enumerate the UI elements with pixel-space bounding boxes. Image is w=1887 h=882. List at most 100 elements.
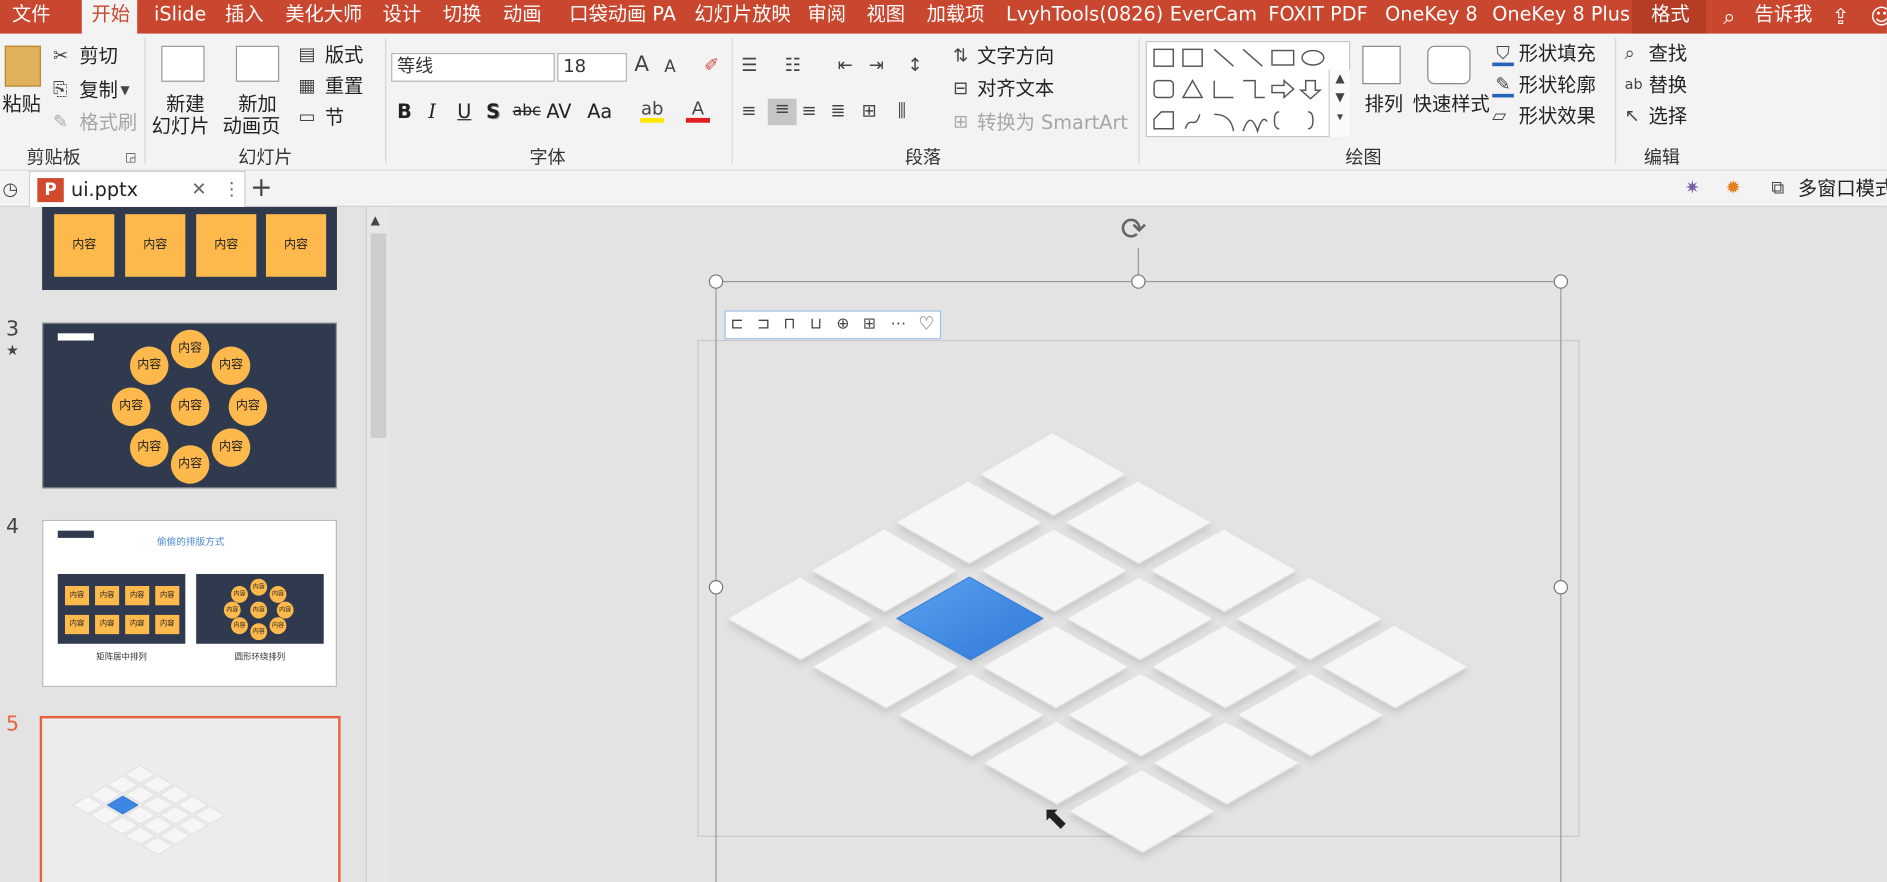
tab-format[interactable]: 格式 (1631, 0, 1707, 34)
isometric-tile-grid[interactable] (726, 432, 1469, 854)
italic-button[interactable]: I (428, 100, 436, 123)
char-spacing-button[interactable]: AV (546, 100, 571, 123)
bold-button[interactable]: B (397, 100, 412, 123)
slide-thumbnail-2[interactable]: 内容 内容 内容 内容 (42, 206, 337, 290)
shapes-gallery[interactable] (1145, 40, 1351, 138)
distribute-icon[interactable]: ⊞ (863, 315, 876, 334)
plugin-icon[interactable]: ✷ (1685, 178, 1700, 197)
tab-beautify[interactable]: 美化大师 (285, 0, 362, 34)
layout-button[interactable]: 版式 (325, 44, 364, 67)
tab-evercam[interactable]: EverCam (1170, 0, 1257, 34)
strikethrough-button[interactable]: abc (513, 101, 541, 123)
resize-handle-left[interactable] (708, 579, 724, 595)
grow-font-icon[interactable]: A (634, 54, 649, 76)
numbering-icon[interactable]: ☷ (785, 55, 801, 74)
slide-thumbnail-3[interactable]: 内容 内容 内容 内容 内容 内容 内容 内容 内容 (42, 322, 337, 489)
new-anim-label-1[interactable]: 新加 (238, 93, 277, 116)
reset-button[interactable]: 重置 (325, 75, 364, 98)
shrink-font-icon[interactable]: A (664, 58, 676, 77)
tab-view[interactable]: 视图 (866, 0, 905, 34)
bullets-icon[interactable]: ☰ (741, 55, 757, 74)
font-color-icon[interactable]: A (685, 99, 711, 123)
tab-lvyhtools[interactable]: LvyhTools(0826) (1006, 0, 1163, 34)
multiwindow-mode-button[interactable]: 多窗口模式 (1798, 177, 1887, 200)
quick-styles-button[interactable]: 快速样式 (1413, 93, 1490, 116)
select-button[interactable]: 选择 (1649, 105, 1688, 128)
line-spacing-icon[interactable]: ↕ (907, 55, 922, 74)
resize-handle-top-left[interactable] (708, 274, 724, 289)
dialog-launcher-icon[interactable]: ◲ (125, 149, 136, 168)
align-right-icon[interactable]: ≡ (801, 101, 816, 120)
rotate-handle-icon[interactable]: ⟳ (1120, 214, 1146, 245)
slide-thumbnail-5-selected[interactable] (39, 715, 341, 882)
new-slide-button[interactable]: 幻灯片 (152, 115, 210, 138)
slide-canvas[interactable] (395, 207, 1887, 882)
shadow-button[interactable]: S (486, 100, 500, 123)
format-painter-button[interactable]: 格式刷 (79, 111, 137, 134)
close-icon[interactable]: ✕ (191, 179, 206, 198)
font-size-box[interactable]: 18 (557, 52, 627, 82)
align-center-icon[interactable]: ≡ (767, 99, 797, 126)
arrange-button[interactable]: 排列 (1365, 93, 1404, 116)
section-button[interactable]: 节 (325, 106, 344, 129)
cut-button[interactable]: 剪切 (79, 45, 118, 68)
align-left-icon[interactable]: ≡ (741, 101, 756, 120)
scroll-up-icon[interactable]: ▲ (371, 212, 380, 231)
more-icon[interactable]: ⋯ (891, 315, 907, 334)
tab-onekey8[interactable]: OneKey 8 (1385, 0, 1477, 34)
decrease-indent-icon[interactable]: ⇤ (838, 55, 853, 74)
clear-format-icon[interactable]: ✐ (704, 55, 719, 74)
tab-transitions[interactable]: 切换 (443, 0, 482, 34)
tab-review[interactable]: 审阅 (807, 0, 846, 34)
settings-gear-icon[interactable]: ✹ (1726, 178, 1741, 197)
search-icon[interactable]: ⌕ (1723, 5, 1735, 30)
align-top-icon[interactable]: ⊓ (783, 315, 795, 334)
tab-slideshow[interactable]: 幻灯片放映 (694, 0, 790, 34)
replace-button[interactable]: 替换 (1649, 74, 1688, 97)
tab-file[interactable]: 文件 (12, 0, 51, 34)
tab-pocket-animation[interactable]: 口袋动画 PA (569, 0, 676, 34)
tab-home[interactable]: 开始 (81, 0, 138, 37)
font-name-box[interactable]: 等线 (391, 52, 555, 82)
heart-icon[interactable]: ♡ (918, 314, 934, 333)
shape-fill-button[interactable]: 形状填充 (1519, 43, 1596, 65)
justify-icon[interactable]: ≣ (830, 101, 845, 120)
share-icon[interactable]: ⇪ (1832, 5, 1850, 30)
tab-onekey8-plus[interactable]: OneKey 8 Plus (1492, 0, 1630, 34)
slide-thumbnail-4[interactable]: 偷偷的排版方式 内容 内容 内容 内容 内容 内容 内容 内容 内容 内容 内容… (42, 519, 337, 688)
more-options-icon[interactable]: ⋮ (223, 179, 241, 198)
distributed-icon[interactable]: ⊞ (862, 101, 877, 120)
dropdown-arrow-icon[interactable]: ▼ (120, 82, 129, 101)
scroll-thumb[interactable] (370, 233, 387, 439)
align-bottom-icon[interactable]: ⊔ (810, 315, 822, 334)
paste-icon[interactable] (4, 45, 41, 87)
convert-smartart-button[interactable]: 转换为 SmartArt (977, 111, 1128, 134)
gallery-more-icon[interactable]: ▲ ▼ ▾ (1328, 69, 1351, 138)
align-text-button[interactable]: 对齐文本 (977, 78, 1054, 100)
history-icon[interactable]: ◷ (2, 179, 18, 198)
align-right-icon[interactable]: ⊐ (757, 315, 770, 334)
underline-button[interactable]: U (457, 100, 471, 123)
tell-me-box[interactable]: 告诉我 (1755, 0, 1813, 34)
tab-design[interactable]: 设计 (383, 0, 422, 34)
tab-insert[interactable]: 插入 (225, 0, 264, 34)
copy-button[interactable]: 复制 (79, 79, 118, 101)
new-tab-plus-icon[interactable]: + (250, 175, 272, 202)
resize-handle-top-right[interactable] (1553, 274, 1569, 289)
resize-handle-right[interactable] (1553, 579, 1569, 595)
shape-effects-button[interactable]: 形状效果 (1519, 105, 1596, 128)
thumbnail-scrollbar[interactable]: ▲ (365, 206, 390, 882)
increase-indent-icon[interactable]: ⇥ (869, 55, 884, 74)
document-tab[interactable]: P ui.pptx ✕ ⋮ (28, 170, 246, 207)
new-slide-label-1[interactable]: 新建 (166, 93, 205, 116)
tab-animations[interactable]: 动画 (503, 0, 542, 34)
change-case-button[interactable]: Aa (587, 100, 612, 123)
comment-icon[interactable]: ☺ (1870, 5, 1887, 30)
shape-outline-button[interactable]: 形状轮廓 (1519, 74, 1596, 97)
align-left-icon[interactable]: ⊏ (730, 315, 743, 334)
new-animation-page-button[interactable]: 动画页 (223, 115, 281, 138)
tab-addins[interactable]: 加载项 (927, 0, 985, 34)
find-button[interactable]: 查找 (1649, 43, 1688, 65)
resize-handle-top[interactable] (1131, 274, 1146, 289)
paste-button[interactable]: 粘贴 (2, 93, 41, 116)
